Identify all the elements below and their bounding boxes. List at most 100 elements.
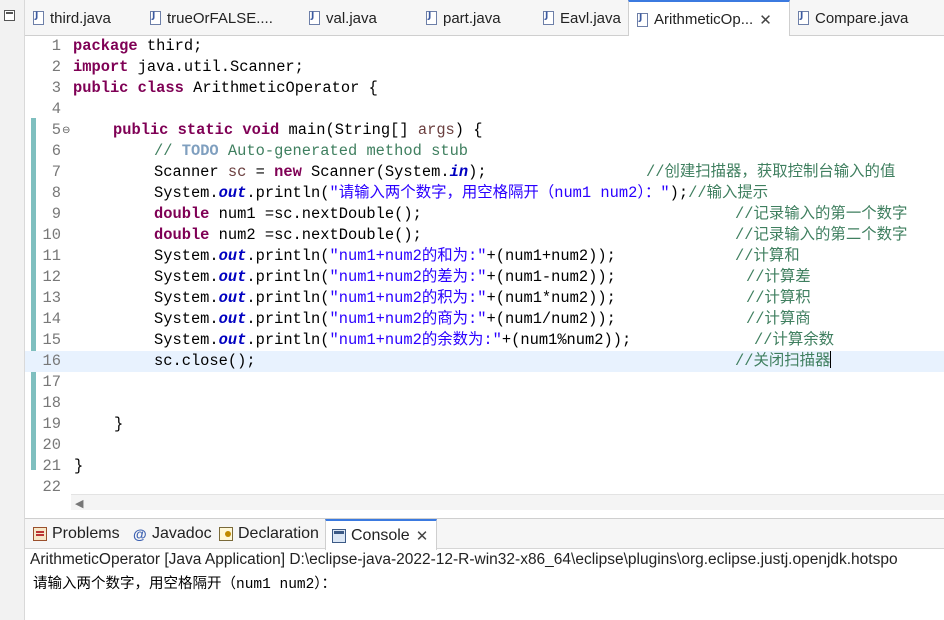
comment: //计算和 [735,247,800,265]
java-file-icon [426,11,437,25]
line-number: 13 [42,289,61,307]
line-number: 19 [42,415,61,433]
fold-collapse-icon[interactable]: ⊖ [62,120,70,141]
line-number: 7 [51,163,61,181]
tab-problems[interactable]: Problems [27,519,127,549]
tab-label: Problems [52,525,120,542]
tab-compare-java[interactable]: Compare.java [790,0,944,36]
scroll-left-icon[interactable]: ◀ [75,497,83,510]
close-icon[interactable]: ✕ [759,11,772,29]
code-text: third; [137,37,203,55]
code-text: Scanner [154,163,228,181]
tab-label: Console [351,526,410,544]
line-number: 3 [51,79,61,97]
code-text: +(num1/num2)); [486,310,616,328]
code-text: +(num1*num2)); [486,289,616,307]
line-number: 20 [42,436,61,454]
line-number: 9 [51,205,61,223]
code-editor[interactable]: 1 package third; 2 import java.util.Scanne… [25,36,944,510]
java-file-icon [798,11,809,25]
bottom-panel: Problems @ Javadoc Declaration Console ✕ A… [25,518,944,620]
string-literal: "num1+num2的积为:" [329,289,487,307]
code-text: System. [154,289,219,307]
tab-label: trueOrFALSE.... [167,9,273,27]
code-text: ); [468,163,487,181]
code-line: 5 ⊖ public static void main(String[] args)… [25,120,944,141]
tab-arithmeticoperator-java[interactable]: ArithmeticOp... ✕ [628,0,790,37]
line-number: 21 [42,457,61,475]
line-number: 1 [51,37,61,55]
code-text: .println( [246,268,330,286]
static-field: out [218,247,247,265]
keyword: package [73,37,138,55]
comment: //计算余数 [754,331,835,349]
variable: sc [227,163,247,181]
static-field: out [218,310,247,328]
keyword: class [137,79,184,97]
tab-eavl-java[interactable]: Eavl.java [535,0,632,36]
code-text: ); [669,184,689,202]
tab-label: ArithmeticOp... [654,11,754,28]
line-number: 4 [51,100,61,118]
horizontal-scrollbar[interactable]: ◀ [71,494,944,510]
static-field: out [218,268,247,286]
comment: //计算差 [746,268,811,286]
tab-val-java[interactable]: val.java [301,0,418,36]
tab-part-java[interactable]: part.java [418,0,535,36]
code-text: } [74,457,84,475]
line-number: 6 [51,142,61,160]
line-number: 22 [42,478,61,496]
tab-javadoc[interactable]: @ Javadoc [127,519,213,549]
line-number: 10 [42,226,61,244]
comment: //计算商 [746,310,811,328]
code-text: main(String[] [279,121,418,139]
static-field: out [218,184,247,202]
code-line: 15 System.out.println("num1+num2的余数为:"+(n… [25,330,944,351]
code-line: 19} [25,414,944,435]
code-line: 7 Scanner sc = new Scanner(System.in); //创… [25,162,944,183]
static-field: in [449,163,469,181]
code-text: System. [154,184,219,202]
code-line: 2 import java.util.Scanner; [25,57,944,78]
code-text: System. [154,331,219,349]
tab-third-java[interactable]: third.java [25,0,142,36]
panel-tab-bar: Problems @ Javadoc Declaration Console ✕ [25,519,944,550]
close-icon[interactable]: ✕ [416,527,429,545]
tab-label: third.java [50,9,111,27]
code-line: 12 System.out.println("num1+num2的差为:"+(nu… [25,267,944,288]
console-output[interactable]: 请输入两个数字，用空格隔开（num1 num2）： [33,572,336,593]
keyword: double [154,205,210,223]
code-line: 1 package third; [25,36,944,57]
keyword: static [177,121,234,139]
code-line: 4 [25,99,944,120]
tab-declaration[interactable]: Declaration [213,519,325,549]
comment: //记录输入的第一个数字 [735,205,908,223]
java-file-icon [309,11,320,25]
keyword: new [274,163,302,181]
comment: // [154,142,182,160]
code-text: System. [154,268,219,286]
string-literal: "num1+num2的差为:" [329,268,487,286]
code-text: ) { [454,121,483,139]
line-number: 5 [51,121,61,139]
code-text: ArithmeticOperator { [183,79,378,97]
code-line: 10 double num2 =sc.nextDouble(); //记录输入的第二… [25,225,944,246]
code-text: +(num1-num2)); [486,268,616,286]
left-trim [0,0,25,620]
code-text: num1 =sc.nextDouble(); [209,205,422,223]
tab-label: Declaration [238,525,319,542]
line-number: 15 [42,331,61,349]
java-file-icon [33,11,44,25]
static-field: out [218,331,247,349]
tab-console[interactable]: Console ✕ [325,519,437,550]
code-text: .println( [246,247,330,265]
tab-trueorfalse-java[interactable]: trueOrFALSE.... [142,0,301,36]
keyword: public [73,79,129,97]
tab-label: Javadoc [152,525,212,542]
java-file-icon [150,11,161,25]
comment: //输入提示 [688,184,769,202]
minimize-icon[interactable] [4,10,15,21]
line-number: 14 [42,310,61,328]
code-text: .println( [246,310,330,328]
code-line: 11 System.out.println("num1+num2的和为:"+(nu… [25,246,944,267]
